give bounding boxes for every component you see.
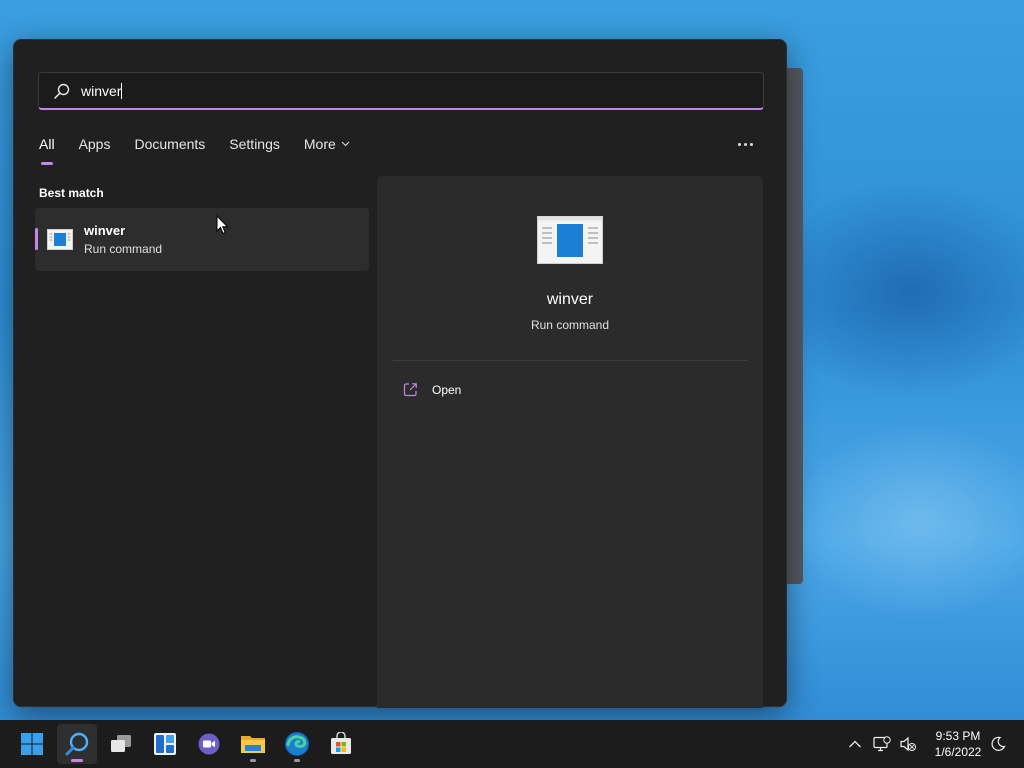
ellipsis-icon: [737, 142, 741, 146]
start-button[interactable]: [12, 724, 52, 764]
open-external-icon: [403, 383, 417, 397]
clock-date: 1/6/2022: [934, 745, 982, 759]
tab-settings[interactable]: Settings: [229, 136, 280, 152]
open-action-label: Open: [432, 382, 462, 397]
search-icon: [54, 83, 70, 99]
search-icon: [65, 732, 89, 756]
file-explorer-icon: [241, 736, 265, 753]
system-clock[interactable]: 9:53 PM 1/6/2022: [924, 728, 992, 760]
ellipsis-dot: [749, 142, 753, 146]
network-icon: [873, 736, 891, 752]
edge-browser-button[interactable]: [277, 724, 317, 764]
result-subtitle: Run command: [84, 242, 163, 256]
winver-app-icon-large: [537, 216, 603, 264]
tab-all[interactable]: All: [39, 136, 55, 165]
text-caret: [121, 82, 123, 99]
more-options-button[interactable]: [734, 136, 756, 152]
volume-muted-icon: [900, 736, 916, 752]
volume-button[interactable]: [898, 734, 918, 754]
open-action[interactable]: Open: [403, 382, 461, 397]
filter-tabs: All Apps Documents Settings More: [39, 136, 374, 165]
selection-indicator: [35, 228, 38, 250]
taskbar-search-button[interactable]: [57, 724, 97, 764]
search-query: winver: [81, 82, 122, 99]
start-windows-icon: [21, 733, 43, 755]
winver-app-icon: [47, 229, 73, 250]
tab-documents[interactable]: Documents: [134, 136, 205, 152]
background-window-edge[interactable]: [786, 68, 803, 584]
detail-subtitle: Run command: [530, 318, 610, 332]
best-match-label: Best match: [39, 186, 104, 200]
active-indicator: [71, 759, 83, 762]
task-view-icon: [111, 735, 131, 752]
search-panel: winver All Apps Documents Settings More …: [13, 39, 787, 708]
widgets-icon: [154, 733, 176, 755]
chevron-down-icon: [341, 141, 350, 147]
detail-title: winver: [546, 291, 594, 308]
search-box[interactable]: winver: [38, 72, 764, 110]
microsoft-store-icon: [331, 732, 351, 754]
running-indicator: [250, 759, 256, 762]
running-indicator: [294, 759, 300, 762]
result-detail-pane: winver Run command Open: [377, 176, 763, 708]
teams-chat-icon: [198, 733, 220, 755]
network-button[interactable]: [872, 734, 892, 754]
best-match-result[interactable]: winver Run command: [35, 208, 369, 271]
clock-time: 9:53 PM: [935, 729, 981, 743]
notifications-button[interactable]: [988, 734, 1008, 754]
search-input[interactable]: winver: [81, 82, 123, 99]
teams-chat-button[interactable]: [189, 724, 229, 764]
tab-more[interactable]: More: [304, 136, 350, 152]
focus-moon-icon: [991, 736, 1006, 751]
result-title: winver: [84, 223, 126, 238]
taskbar: 9:53 PM 1/6/2022: [0, 720, 1024, 768]
file-explorer-button[interactable]: [233, 724, 273, 764]
desktop-wallpaper-highlight: [790, 420, 1024, 620]
task-view-button[interactable]: [101, 724, 141, 764]
edge-browser-icon: [285, 732, 309, 756]
tab-apps[interactable]: Apps: [79, 136, 111, 152]
chevron-up-icon: [849, 740, 861, 748]
mouse-pointer-icon: [216, 215, 229, 235]
show-hidden-icons-button[interactable]: [845, 734, 865, 754]
microsoft-store-button[interactable]: [321, 724, 361, 764]
tab-more-label: More: [303, 136, 336, 152]
divider: [393, 360, 747, 361]
ellipsis-dot: [743, 142, 747, 146]
widgets-button[interactable]: [145, 724, 185, 764]
